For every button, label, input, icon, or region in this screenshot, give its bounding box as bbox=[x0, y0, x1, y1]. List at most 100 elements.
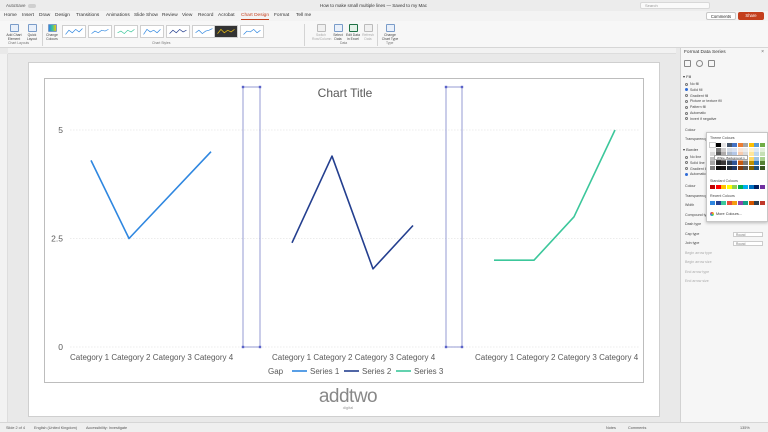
language-indicator[interactable]: English (United Kingdom) bbox=[34, 426, 77, 430]
colour-swatch[interactable] bbox=[737, 143, 743, 147]
colour-swatch[interactable] bbox=[754, 161, 759, 165]
notes-button[interactable]: Notes bbox=[606, 426, 616, 430]
colour-swatch[interactable] bbox=[759, 143, 765, 147]
fill-option[interactable]: Automatic bbox=[685, 111, 706, 115]
fill-line-icon[interactable] bbox=[684, 60, 691, 67]
colour-swatch[interactable] bbox=[737, 165, 743, 170]
colour-swatch[interactable] bbox=[754, 156, 759, 161]
fill-option[interactable]: Invert if negative bbox=[685, 117, 716, 121]
colour-swatch[interactable] bbox=[737, 147, 743, 152]
colour-swatch[interactable] bbox=[726, 201, 732, 205]
colour-swatch[interactable] bbox=[710, 161, 715, 165]
colour-swatch[interactable] bbox=[759, 201, 765, 205]
colour-swatch[interactable] bbox=[710, 165, 715, 170]
border-option[interactable]: Solid line bbox=[685, 161, 705, 165]
format-data-series-pane: Format Data Series × ▾ Fill Colour Trans… bbox=[680, 48, 768, 422]
fill-option[interactable]: No fill bbox=[685, 82, 699, 86]
colour-swatch[interactable] bbox=[748, 152, 754, 156]
colour-swatch[interactable] bbox=[759, 161, 765, 165]
fill-option[interactable]: Gradient fill bbox=[685, 94, 708, 98]
chart-title[interactable]: Chart Title bbox=[300, 86, 390, 100]
colour-swatch[interactable] bbox=[759, 165, 765, 170]
fill-section-header[interactable]: ▾ Fill bbox=[683, 74, 691, 79]
join-type-select[interactable]: Round bbox=[733, 241, 763, 246]
border-section-header[interactable]: ▾ Border bbox=[683, 147, 698, 152]
colour-swatch[interactable] bbox=[726, 143, 732, 147]
gap-bar-selected bbox=[242, 86, 261, 348]
colour-swatch[interactable] bbox=[732, 143, 737, 147]
colour-swatch[interactable] bbox=[759, 152, 765, 156]
cap-type-select[interactable]: Round bbox=[733, 231, 763, 237]
colour-swatch[interactable] bbox=[748, 201, 754, 205]
colour-swatch[interactable] bbox=[709, 142, 716, 148]
recent-colour-grid bbox=[710, 201, 765, 205]
colour-swatch[interactable] bbox=[743, 143, 748, 147]
colour-swatch[interactable] bbox=[754, 201, 759, 205]
colour-swatch[interactable] bbox=[737, 185, 743, 189]
close-icon[interactable]: × bbox=[761, 49, 764, 55]
colour-swatch[interactable] bbox=[732, 147, 737, 152]
zoom-level[interactable]: 135% bbox=[740, 426, 750, 430]
colour-swatch[interactable] bbox=[754, 143, 759, 147]
accessibility-indicator[interactable]: Accessibility: Investigate bbox=[86, 426, 127, 430]
fill-option[interactable]: Picture or texture fill bbox=[685, 99, 722, 103]
colour-swatch[interactable] bbox=[754, 165, 759, 170]
radio-icon bbox=[685, 88, 688, 92]
colour-swatch[interactable] bbox=[759, 147, 765, 152]
border-option[interactable]: No line bbox=[685, 155, 701, 159]
colour-swatch[interactable] bbox=[732, 161, 737, 165]
colour-swatch[interactable] bbox=[732, 165, 737, 170]
colour-swatch[interactable] bbox=[748, 161, 754, 165]
series-line bbox=[90, 151, 212, 240]
colour-swatch[interactable] bbox=[743, 161, 748, 165]
border-option[interactable]: Automatic bbox=[685, 172, 706, 176]
series-options-icon[interactable] bbox=[708, 60, 715, 67]
colour-swatch[interactable] bbox=[732, 185, 737, 189]
colour-swatch[interactable] bbox=[759, 185, 765, 189]
colour-swatch[interactable] bbox=[748, 143, 754, 147]
colour-swatch[interactable] bbox=[721, 161, 726, 165]
colour-swatch[interactable] bbox=[721, 185, 726, 189]
colour-swatch[interactable] bbox=[710, 201, 715, 205]
colour-swatch[interactable] bbox=[748, 165, 754, 170]
colour-swatch[interactable] bbox=[726, 165, 732, 170]
colour-swatch[interactable] bbox=[710, 147, 715, 152]
colour-swatch[interactable] bbox=[748, 185, 754, 189]
colour-swatch[interactable] bbox=[759, 156, 765, 161]
colour-swatch[interactable] bbox=[715, 147, 721, 152]
border-row-label: Colour bbox=[685, 184, 696, 188]
effects-icon[interactable] bbox=[696, 60, 703, 67]
fill-option[interactable]: Solid fill bbox=[685, 88, 702, 92]
colour-swatch[interactable] bbox=[726, 147, 732, 152]
colour-swatch[interactable] bbox=[726, 185, 732, 189]
fill-option[interactable]: Pattern fill bbox=[685, 105, 706, 109]
gap-bar-selected bbox=[445, 86, 463, 348]
colour-swatch[interactable] bbox=[743, 185, 748, 189]
colour-swatch[interactable] bbox=[721, 147, 726, 152]
colour-swatch[interactable] bbox=[726, 161, 732, 165]
chart-plot[interactable]: 0 2.5 5 Category 1 Category 2 Category 3 Ca… bbox=[0, 0, 768, 432]
colour-swatch[interactable] bbox=[715, 143, 721, 147]
colour-swatch[interactable] bbox=[710, 185, 715, 189]
colour-swatch[interactable] bbox=[737, 201, 743, 205]
colour-swatch[interactable] bbox=[743, 201, 748, 205]
more-colours-button[interactable]: More Colours... bbox=[710, 212, 742, 216]
colour-swatch[interactable] bbox=[721, 165, 726, 170]
colour-swatch[interactable] bbox=[743, 147, 748, 152]
colour-swatch[interactable] bbox=[715, 165, 721, 170]
colour-swatch[interactable] bbox=[715, 185, 721, 189]
colour-swatch[interactable] bbox=[748, 147, 754, 152]
colour-swatch[interactable] bbox=[748, 156, 754, 161]
colour-swatch[interactable] bbox=[715, 161, 721, 165]
colour-swatch[interactable] bbox=[754, 152, 759, 156]
colour-swatch[interactable] bbox=[721, 143, 726, 147]
colour-swatch[interactable] bbox=[743, 165, 748, 170]
colour-swatch[interactable] bbox=[732, 201, 737, 205]
colour-swatch[interactable] bbox=[715, 201, 721, 205]
status-comments-button[interactable]: Comments bbox=[628, 426, 646, 430]
colour-swatch[interactable] bbox=[754, 147, 759, 152]
colour-swatch[interactable] bbox=[754, 185, 759, 189]
radio-icon bbox=[685, 172, 688, 176]
colour-swatch[interactable] bbox=[721, 201, 726, 205]
colour-swatch[interactable] bbox=[737, 161, 743, 165]
